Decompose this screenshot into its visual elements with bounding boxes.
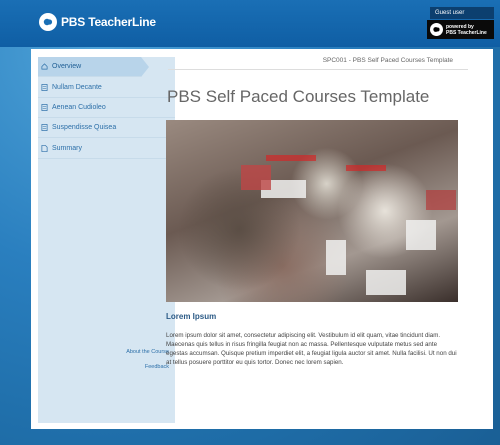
sidebar-item-summary[interactable]: Summary — [38, 139, 175, 159]
sidebar-item-label: Overview — [52, 63, 82, 70]
pbs-head-icon — [39, 13, 57, 31]
sidebar-item-suspendisse-quisea[interactable]: Suspendisse Quisea — [38, 118, 175, 138]
sidebar: Overview Nullam Decante Aenean Cudioleo … — [38, 57, 175, 423]
powered-by-badge: powered by PBS TeacherLine — [427, 20, 494, 39]
sidebar-item-label: Aenean Cudioleo — [52, 104, 106, 111]
page-title: PBS Self Paced Courses Template — [167, 87, 430, 106]
top-header: PBS TeacherLine Guest user powered by PB… — [0, 0, 500, 47]
sidebar-item-label: Nullam Decante — [52, 84, 102, 91]
course-code: SPC001 - PBS Self Paced Courses Template — [322, 57, 453, 64]
powered-line2: PBS TeacherLine — [446, 29, 487, 36]
body-text: Lorem ipsum dolor sit amet, consectetur … — [166, 332, 457, 366]
sidebar-item-overview[interactable]: Overview — [38, 57, 149, 77]
brand-name: PBS TeacherLine — [61, 15, 156, 29]
user-status: Guest user — [430, 7, 494, 19]
pbs-head-icon — [430, 23, 443, 36]
sidebar-item-nullam-decante[interactable]: Nullam Decante — [38, 78, 175, 98]
home-icon — [41, 63, 48, 70]
divider — [168, 69, 468, 70]
sidebar-item-label: Summary — [52, 145, 82, 152]
crowded-street-image — [166, 120, 458, 302]
page-icon — [41, 124, 48, 131]
main-panel: Overview Nullam Decante Aenean Cudioleo … — [31, 49, 493, 429]
pbs-teacherline-logo[interactable]: PBS TeacherLine — [39, 12, 156, 32]
content-area: SPC001 - PBS Self Paced Courses Template… — [166, 49, 468, 429]
sidebar-item-aenean-cudioleo[interactable]: Aenean Cudioleo — [38, 98, 175, 118]
page-icon — [41, 84, 48, 91]
section-heading: Lorem Ipsum — [166, 312, 217, 321]
document-icon — [41, 145, 48, 152]
sidebar-item-label: Suspendisse Quisea — [52, 124, 117, 131]
page-icon — [41, 104, 48, 111]
about-course-link[interactable]: About the Course — [126, 349, 169, 355]
